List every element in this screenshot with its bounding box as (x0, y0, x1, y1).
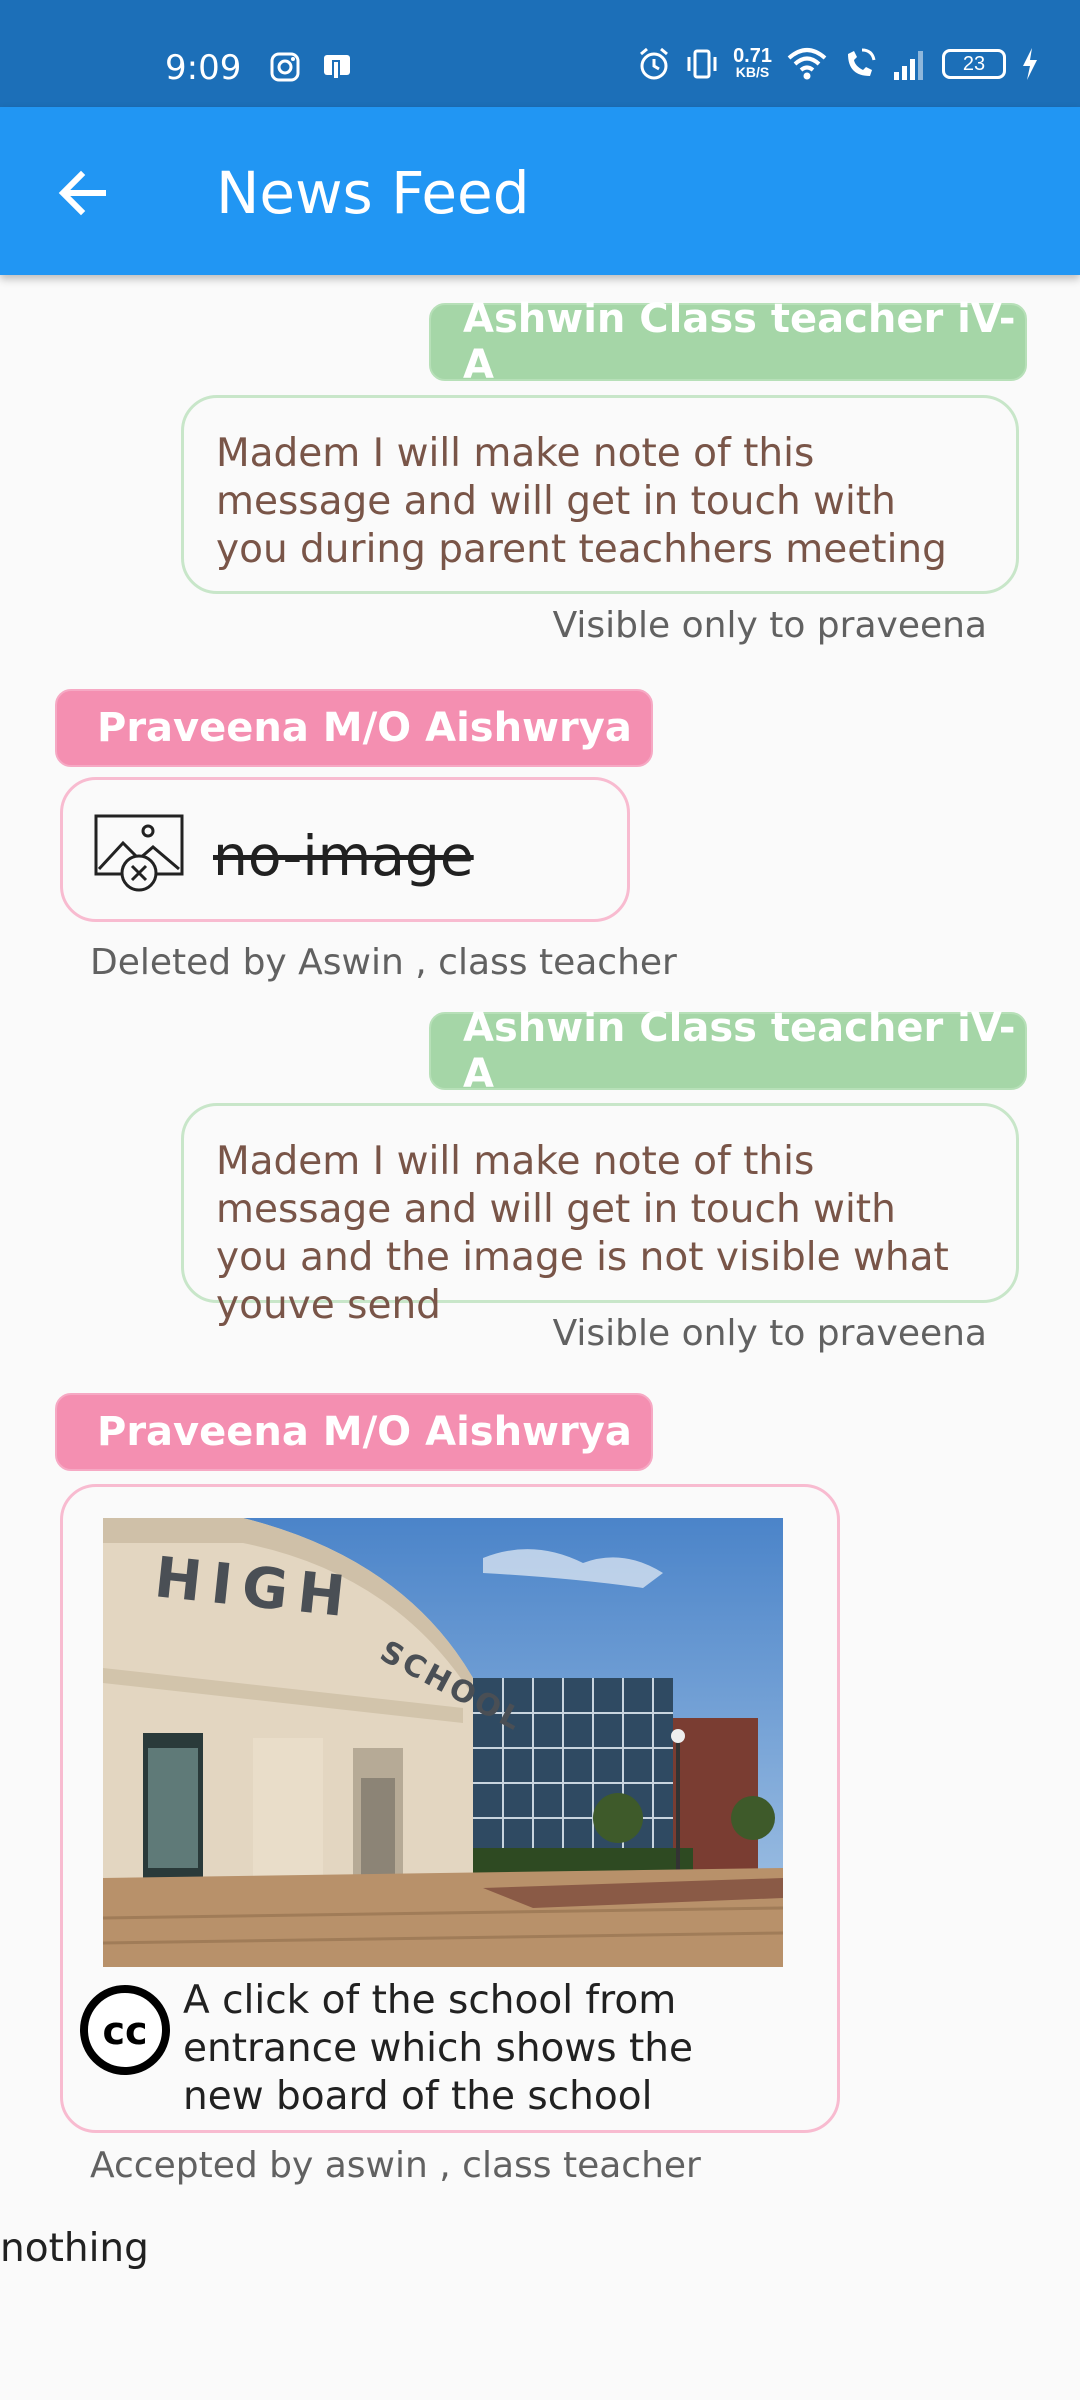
status-icons: 0.71 KB/S 23 (637, 46, 1040, 82)
message-text: Madem I will make note of this message a… (216, 1139, 949, 1328)
net-speed-unit: KB/S (735, 64, 770, 80)
app-bar: News Feed (0, 107, 1080, 275)
sender-tag-teacher: Ashwin Class teacher iV-A (429, 296, 1027, 388)
svg-text:cc: cc (102, 2009, 147, 2053)
broken-image-icon (94, 814, 184, 892)
visibility-note: Visible only to praveena (552, 605, 987, 646)
net-speed: 0.71 KB/S (733, 45, 772, 80)
message-bubble[interactable]: no-image (60, 777, 630, 922)
message-bubble[interactable]: Madem I will make note of this message a… (181, 1103, 1019, 1328)
message-text: Madem I will make note of this message a… (216, 431, 947, 572)
wifi-call-icon (848, 48, 876, 76)
deleted-message-text: no-image (213, 824, 474, 888)
net-speed-value: 0.71 (733, 45, 772, 67)
end-of-feed-text: nothing (0, 2226, 149, 2271)
status-bar: 9:09 0.71 KB/S 23 (0, 0, 1080, 107)
creative-commons-icon: cc (80, 1985, 170, 2075)
status-note: Deleted by Aswin , class teacher (90, 942, 677, 983)
sender-tag-parent: Praveena M/O Aishwrya (55, 1393, 653, 1471)
battery-icon: 23 (942, 49, 1006, 79)
sender-name: Praveena M/O Aishwrya (97, 705, 632, 751)
sender-name: Praveena M/O Aishwrya (97, 1409, 632, 1455)
page-title: News Feed (216, 159, 530, 227)
sender-tag-teacher: Ashwin Class teacher iV-A (429, 1005, 1027, 1097)
wifi-icon (787, 48, 827, 80)
status-time: 9:09 (165, 48, 242, 88)
visibility-note: Visible only to praveena (552, 1313, 987, 1354)
alarm-icon (640, 47, 669, 80)
vibrate-icon (687, 49, 717, 79)
school-photo[interactable]: HIGH SCHOOL (103, 1518, 783, 1967)
status-note: Accepted by aswin , class teacher (90, 2145, 701, 2186)
sender-name: Ashwin Class teacher iV-A (463, 296, 1016, 388)
message-bubble[interactable]: HIGH SCHOOL cc A click of the school fro… (60, 1484, 840, 2133)
signal-icon (894, 51, 923, 80)
app-notification-icon (324, 55, 350, 80)
sender-tag-parent: Praveena M/O Aishwrya (55, 689, 653, 767)
message-bubble[interactable]: Madem I will make note of this message a… (181, 395, 1019, 594)
image-caption: A click of the school from entrance whic… (183, 1978, 694, 2119)
instagram-icon (270, 52, 300, 82)
battery-level: 23 (962, 52, 986, 75)
charging-bolt-icon (1023, 48, 1037, 80)
back-arrow-icon[interactable] (55, 165, 111, 221)
sender-name: Ashwin Class teacher iV-A (463, 1005, 1016, 1097)
